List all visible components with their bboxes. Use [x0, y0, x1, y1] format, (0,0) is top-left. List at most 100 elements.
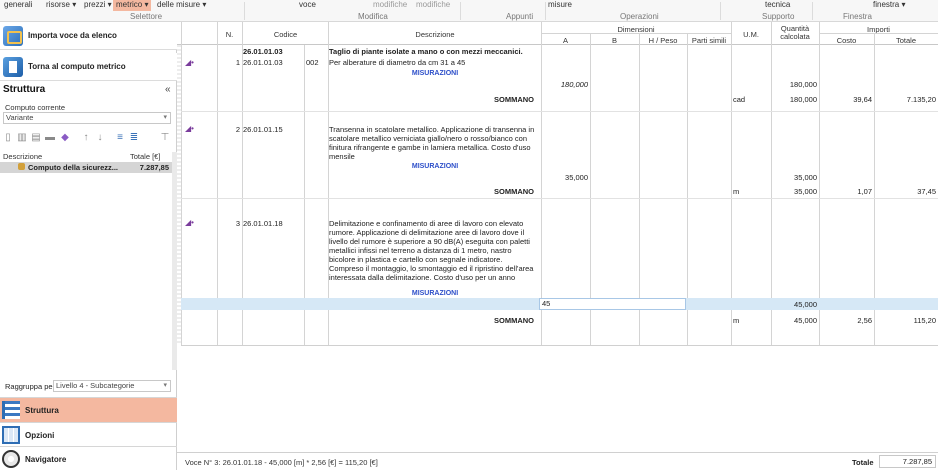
edit-doc-icon[interactable]: ▤ — [31, 133, 41, 143]
group-by-row: Raggruppa per Livello 4 - Subcategorie ▾ — [0, 379, 177, 393]
item2-misura-qty: 35,000 — [794, 173, 817, 182]
computo-grid: N. Codice Descrizione Dimensioni A B H /… — [177, 22, 938, 470]
col-um: U.M. — [743, 30, 759, 39]
ribbon-metrico-button[interactable]: metrico ▾ — [113, 0, 152, 11]
col-costo: Costo — [836, 36, 857, 45]
delete-icon[interactable]: ▥ — [17, 133, 27, 143]
group-by-label: Raggruppa per — [5, 382, 56, 391]
item3-qty: 45,000 — [794, 316, 817, 325]
item1-desc: Per alberature di diametro da cm 31 a 45 — [329, 58, 466, 67]
ribbon-voce-button[interactable]: voce — [299, 0, 316, 11]
computo-icon — [3, 56, 23, 77]
chevron-down-icon: ▾ — [107, 0, 112, 9]
tree-col-descrizione: Descrizione — [3, 152, 43, 161]
struttura-icon — [2, 401, 20, 419]
tree-toolbar: ▯ ▥ ▤ ▬ ◆ ↑ ↓ ≡ ≣ ⊤ — [3, 132, 173, 146]
ribbon-generali-button[interactable]: generali — [4, 0, 32, 11]
row-expand-icon[interactable]: ◢• — [185, 58, 194, 67]
ribbon-separator — [720, 2, 721, 20]
item1-qty: 180,000 — [789, 95, 817, 104]
col-codice: Codice — [273, 30, 298, 39]
col-parti-simili: Parti simili — [691, 36, 727, 45]
status-text: Voce N° 3: 26.01.01.18 - 45,000 [m] * 2,… — [185, 458, 378, 467]
item1-totale: 7.135,20 — [906, 95, 936, 104]
item1-sommano: SOMMANO — [494, 95, 534, 104]
item1-um: cad — [733, 95, 746, 104]
item1-misura-qty: 180,000 — [789, 80, 817, 89]
row-expand-icon[interactable]: ◢• — [185, 124, 194, 133]
chevron-down-icon: ▾ — [901, 0, 906, 9]
ribbon-finestra-button[interactable]: finestra ▾ — [873, 0, 905, 11]
item1-title: Taglio di piante isolate a mano o con me… — [329, 47, 523, 56]
item2-um: m — [733, 187, 740, 196]
col-quantita: Quantità calcolata — [780, 24, 810, 41]
item3-costo: 2,56 — [857, 316, 872, 325]
ribbon-misure-button[interactable]: misure — [548, 0, 572, 11]
nav-struttura-button[interactable]: Struttura — [0, 397, 177, 422]
group-by-select[interactable]: Livello 4 - Subcategorie ▾ — [53, 380, 171, 392]
group-icon[interactable]: ≡ — [115, 133, 125, 143]
ribbon-risorse-button[interactable]: risorse ▾ — [46, 0, 76, 11]
navigatore-icon — [2, 450, 20, 468]
import-voce-button[interactable]: Importa voce da elenco — [0, 22, 177, 50]
item1-misurazioni: MISURAZIONI — [411, 70, 459, 77]
folder-icon[interactable]: ▬ — [45, 133, 55, 143]
collapse-icon[interactable]: « — [165, 84, 171, 95]
ribbon-modifiche-button-2[interactable]: modifiche — [416, 0, 450, 11]
item1-sub: 002 — [306, 58, 319, 67]
item1-costo: 39,64 — [853, 95, 872, 104]
eraser-icon[interactable]: ◆ — [60, 133, 70, 143]
item1-misura-a[interactable]: 180,000 — [542, 80, 588, 89]
col-h-peso: H / Peso — [648, 36, 678, 45]
ribbon-separator — [545, 2, 546, 20]
misura-a-edit-field[interactable]: 45 — [539, 298, 686, 310]
selected-misura-row[interactable]: 45 45,000 — [181, 298, 938, 310]
nav-opzioni-button[interactable]: Opzioni — [0, 422, 177, 447]
total-value: 7.287,85 — [879, 455, 936, 468]
row-separator — [181, 345, 938, 346]
ribbon: generali risorse ▾ prezzi ▾ metrico ▾ de… — [0, 0, 938, 22]
item2-n: 2 — [235, 125, 240, 134]
item2-misura-a[interactable]: 35,000 — [542, 173, 588, 182]
item2-sommano: SOMMANO — [494, 187, 534, 196]
ribbon-prezzi-button[interactable]: prezzi ▾ — [84, 0, 112, 11]
nav-navigatore-button[interactable]: Navigatore — [0, 446, 177, 470]
row-separator — [181, 111, 938, 112]
chevron-down-icon: ▾ — [163, 114, 167, 121]
item2-codice: 26.01.01.15 — [243, 125, 283, 134]
chevron-down-icon: ▾ — [163, 382, 167, 389]
chevron-down-icon: ▾ — [72, 0, 77, 9]
header-divider — [541, 33, 731, 34]
item2-desc: Transenna in scatolare metallico. Applic… — [329, 125, 535, 161]
filter-icon[interactable]: ⊤ — [160, 133, 170, 143]
item1-codice-top: 26.01.01.03 — [243, 47, 283, 56]
back-to-computo-button[interactable]: Torna al computo metrico — [0, 53, 177, 81]
panel-title: Struttura — [3, 84, 46, 95]
col-totale: Totale — [895, 36, 916, 45]
ribbon-group-supporto: Supporto — [762, 12, 795, 21]
col-n: N. — [225, 30, 234, 39]
chevron-down-icon: ▾ — [202, 0, 207, 9]
arrow-down-icon[interactable]: ↓ — [95, 133, 105, 143]
header-divider — [819, 33, 938, 34]
tree-header: Descrizione Totale [€] — [0, 152, 177, 162]
new-doc-icon[interactable]: ▯ — [3, 133, 13, 143]
computo-select[interactable]: Variante ▾ — [3, 112, 171, 124]
row-separator — [181, 198, 938, 199]
ribbon-delle-misure-button[interactable]: delle misure ▾ — [157, 0, 206, 11]
tree-item-computo[interactable]: Computo della sicurezz... 7.287,85 — [0, 162, 172, 173]
arrow-up-icon[interactable]: ↑ — [81, 133, 91, 143]
item2-misurazioni: MISURAZIONI — [411, 163, 459, 170]
item3-misurazioni: MISURAZIONI — [411, 290, 459, 297]
item1-codice: 26.01.01.03 — [243, 58, 283, 67]
ribbon-modifiche-button[interactable]: modifiche — [373, 0, 407, 11]
status-bar: Voce N° 3: 26.01.01.18 - 45,000 [m] * 2,… — [177, 452, 938, 470]
item2-totale: 37,45 — [917, 187, 936, 196]
row-expand-icon[interactable]: ◢• — [185, 218, 194, 227]
ungroup-icon[interactable]: ≣ — [129, 133, 139, 143]
ribbon-separator — [812, 2, 813, 20]
ribbon-group-appunti: Appunti — [506, 12, 534, 21]
ribbon-tecnica-button[interactable]: tecnica — [765, 0, 790, 11]
item3-totale: 115,20 — [913, 316, 936, 325]
ribbon-separator — [460, 2, 461, 20]
